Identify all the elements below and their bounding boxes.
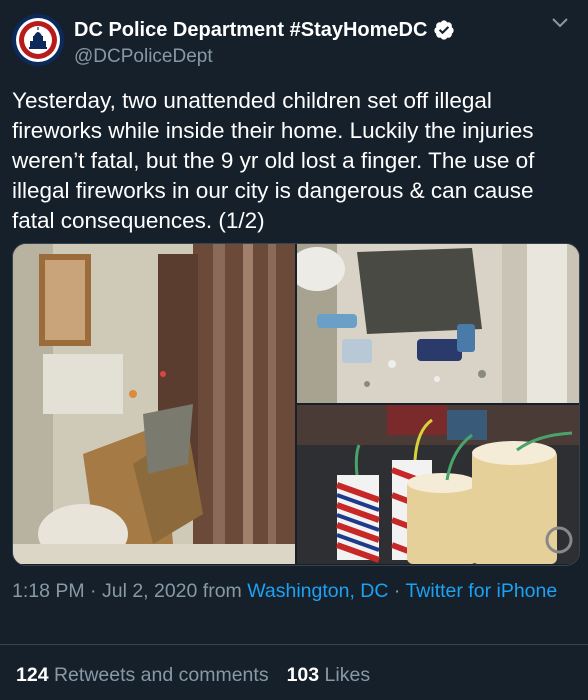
meta-separator: · bbox=[84, 580, 102, 602]
tweet-text: Yesterday, two unattended children set o… bbox=[12, 88, 541, 233]
display-name-text[interactable]: DC Police Department #StayHomeDC bbox=[74, 18, 427, 42]
photo-fireworks[interactable] bbox=[297, 405, 579, 564]
tweet-location-link[interactable]: Washington, DC bbox=[247, 580, 388, 602]
retweets-count: 124 bbox=[16, 664, 49, 686]
police-seal-icon bbox=[12, 14, 64, 66]
verified-badge-icon bbox=[434, 20, 455, 40]
retweets-label: Retweets and comments bbox=[53, 664, 269, 686]
divider bbox=[0, 644, 588, 645]
photo-floor-debris[interactable] bbox=[297, 244, 579, 403]
tweet-time[interactable]: 1:18 PM bbox=[12, 580, 85, 602]
account-handle[interactable]: @DCPoliceDept bbox=[74, 45, 514, 69]
more-options-icon[interactable] bbox=[548, 10, 572, 34]
tweet-source-link[interactable]: Twitter for iPhone bbox=[405, 580, 557, 602]
retweets-stat[interactable]: 124 Retweets and comments bbox=[16, 664, 269, 686]
display-name[interactable]: DC Police Department #StayHomeDC bbox=[74, 18, 514, 42]
meta-from: from bbox=[197, 580, 248, 602]
media-grid bbox=[12, 243, 580, 566]
tweet-date[interactable]: Jul 2, 2020 bbox=[102, 580, 197, 602]
tweet-header: DC Police Department #StayHomeDC @DCPoli… bbox=[12, 12, 572, 68]
photo-bathroom-damage[interactable] bbox=[13, 244, 295, 564]
likes-label: Likes bbox=[324, 664, 371, 686]
likes-stat[interactable]: 103 Likes bbox=[287, 664, 371, 686]
tweet-meta: 1:18 PM · Jul 2, 2020 from Washington, D… bbox=[12, 578, 572, 604]
meta-separator: · bbox=[388, 580, 406, 602]
likes-count: 103 bbox=[286, 664, 320, 686]
avatar[interactable] bbox=[12, 14, 64, 66]
tweet-stats: 124 Retweets and comments 103 Likes bbox=[16, 662, 370, 688]
